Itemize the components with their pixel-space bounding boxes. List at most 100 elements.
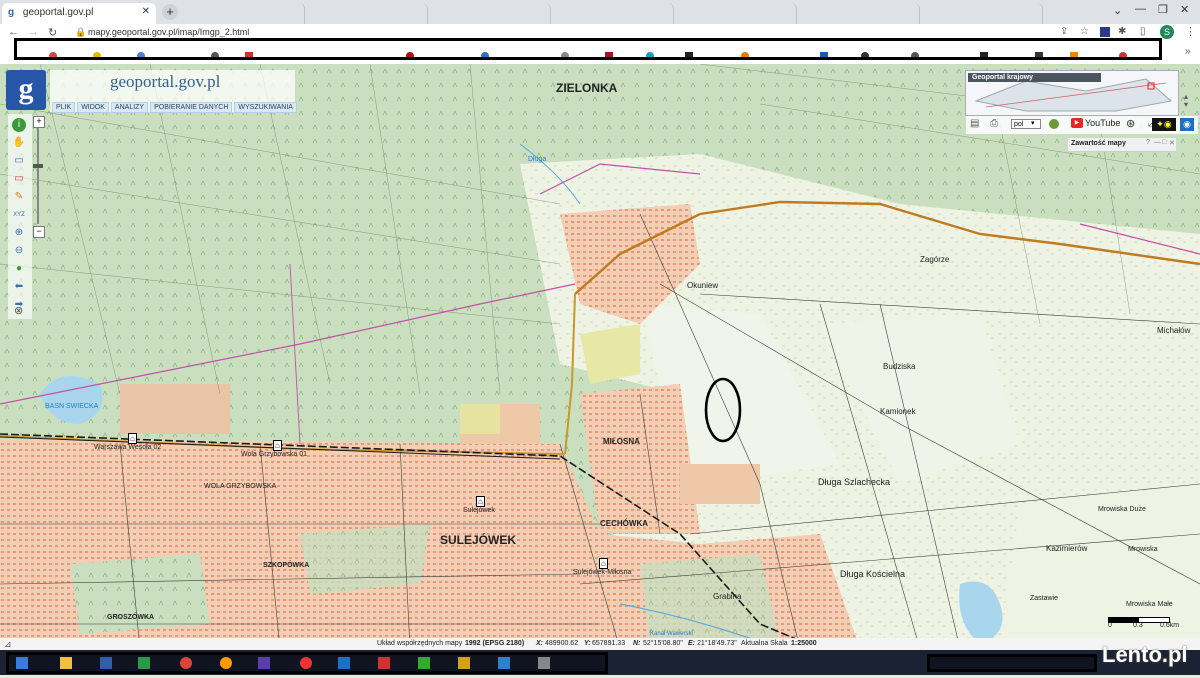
label-mrowiska-duze: Mrowiska Duże <box>1098 506 1146 513</box>
station-icon: ⌂ <box>476 496 485 507</box>
tab-search-icon[interactable]: ⌄ <box>1113 4 1122 17</box>
layers-icon[interactable]: ▤ <box>970 118 979 129</box>
pan-hand-icon[interactable]: ✋ <box>12 136 26 150</box>
draw-pencil-icon[interactable]: ✎ <box>12 190 26 204</box>
menu-plik[interactable]: PLIK <box>52 102 76 113</box>
more-bookmarks-icon[interactable]: » <box>1185 46 1191 57</box>
tab-inactive-3[interactable] <box>431 3 551 24</box>
os-taskbar <box>0 650 1200 675</box>
share-icon[interactable]: ⇪ <box>1060 26 1068 37</box>
menu-pobieranie-danych[interactable]: POBIERANIE DANYCH <box>150 102 233 113</box>
zoom-track <box>37 128 39 224</box>
label-zielonka: ZIELONKA <box>556 81 618 95</box>
geoportal-logo-icon[interactable]: g <box>6 70 46 110</box>
clear-selection-icon[interactable]: ▭ <box>12 172 26 186</box>
overview-map[interactable]: Geoportal krajowy <box>965 70 1179 116</box>
label-wola-grzybowska-01: Wola Grzybowska 01 <box>241 451 308 458</box>
label-milosna: MIŁOSNA <box>603 437 640 446</box>
restore-panel-icon[interactable]: □ <box>1162 139 1166 146</box>
map-toolbar: i ✋ ▭ ▭ ✎ XYZ ⊕ ⊖ ● ⬅ ➡ <box>8 114 32 319</box>
accessibility-icon[interactable]: ⊛ <box>1126 117 1135 130</box>
close-panel-icon[interactable]: ✕ <box>1169 139 1175 147</box>
view-eye-icon[interactable]: ◉ <box>1180 118 1194 131</box>
watermark-text: Lento.pl <box>1102 642 1188 667</box>
scale-tick-1: 0.3 <box>1133 622 1143 629</box>
language-select[interactable]: pol <box>1011 119 1041 129</box>
zoom-slider[interactable]: + − <box>33 116 45 238</box>
zoom-minus-icon[interactable]: − <box>33 226 45 238</box>
redaction-box-taskbar <box>6 652 608 674</box>
tab-inactive-7[interactable] <box>923 3 1043 24</box>
info-icon[interactable]: i <box>12 118 26 132</box>
new-tab-button[interactable]: + <box>162 4 178 20</box>
url-field[interactable]: mapy.geoportal.gov.pl/imap/Imgp_2.html <box>88 27 249 37</box>
close-tab-icon[interactable]: ✕ <box>142 6 150 17</box>
label-sulejowek: SULEJÓWEK <box>440 533 517 547</box>
tab-geoportal[interactable]: g geoportal.gov.pl ✕ <box>2 3 156 24</box>
browser-tab-bar: g geoportal.gov.pl ✕ + ⌄ — ❐ ✕ <box>0 0 1200 24</box>
scale-tick-2: 0.6km <box>1160 622 1180 629</box>
bookmark-star-icon[interactable]: ☆ <box>1080 26 1089 37</box>
contrast-eye-icon[interactable]: ✦◉ <box>1152 118 1176 131</box>
scale-tick-0: 0 <box>1108 622 1112 629</box>
select-icon[interactable]: ▭ <box>12 154 26 168</box>
back-icon[interactable]: ← <box>8 26 19 38</box>
forward-icon[interactable]: → <box>28 26 39 38</box>
puzzle-icon[interactable]: ✱ <box>1118 26 1126 37</box>
topographic-map[interactable]: ZIELONKA Długa Okuniew Zagórze Michałów … <box>0 64 1200 649</box>
top-tools-row: ▤ ⎙ pol ▾ ▶ YouTube ⊛ ⤢ ✦◉ ◉ <box>966 116 1198 134</box>
redaction-box-bookmarks <box>14 38 1162 60</box>
label-kanal-wawerski: Kanał Wawerski <box>650 631 693 637</box>
zoom-plus-icon[interactable]: + <box>33 116 45 128</box>
xyz-icon[interactable]: XYZ <box>12 208 26 222</box>
label-budziska: Budziska <box>883 362 916 371</box>
lock-icon[interactable]: 🔒 <box>75 27 86 38</box>
status-n-label: N: <box>633 640 641 647</box>
watermark: Lento.pl <box>1102 640 1194 672</box>
menu-analizy[interactable]: ANALIZY <box>110 102 149 113</box>
overview-title: Geoportal krajowy <box>968 73 1101 82</box>
maximize-icon[interactable]: ❐ <box>1158 3 1168 16</box>
previous-view-icon[interactable]: ⬅ <box>12 280 26 294</box>
minimize-panel-icon[interactable]: — <box>1154 139 1161 146</box>
status-bar: ⊿ Układ współrzędnych mapy 1992 (EPSG 21… <box>0 638 1200 650</box>
extension-icon[interactable] <box>1100 27 1110 37</box>
menu-kebab-icon[interactable]: ⋮ <box>1185 25 1196 38</box>
label-dluga-koscielna: Długa Kościelna <box>840 569 906 579</box>
sidebar-icon[interactable]: ▯ <box>1140 26 1146 37</box>
menu-wyszukiwania[interactable]: WYSZUKIWANIA <box>234 102 297 113</box>
youtube-play-icon[interactable]: ▶ <box>1071 118 1083 128</box>
tab-title: geoportal.gov.pl <box>22 7 94 18</box>
print-icon[interactable]: ⎙ <box>990 118 998 129</box>
menu-widok[interactable]: WIDOK <box>77 102 109 113</box>
status-crs-label: Układ współrzędnych mapy <box>377 640 463 647</box>
label-cechowka: CECHÓWKA <box>600 519 648 528</box>
profile-avatar[interactable]: S <box>1160 25 1174 39</box>
youtube-label[interactable]: YouTube <box>1085 118 1120 128</box>
scroll-down-icon[interactable]: ▾ <box>1184 100 1188 109</box>
label-zastawie: Zastawie <box>1030 595 1059 602</box>
label-mrowiska: Mrowiska <box>1128 546 1158 553</box>
status-y-label: Y: <box>584 640 591 647</box>
globe-icon[interactable]: ● <box>12 262 26 276</box>
label-sulejowek-milosna: Sulejówek-Miłosna <box>573 569 632 576</box>
zoom-in-icon[interactable]: ⊕ <box>12 226 26 240</box>
label-kazimierow: Kazimierów <box>1046 544 1088 553</box>
tab-inactive-1[interactable] <box>185 3 305 24</box>
green-circle-icon[interactable] <box>1049 119 1059 129</box>
tab-inactive-4[interactable] <box>554 3 674 24</box>
label-szkopowka: SZKOPÓWKA <box>263 562 310 569</box>
label-warszawa-wesola: Warszawa Wesoła 02 <box>94 444 162 451</box>
label-okuniew: Okuniew <box>687 281 719 290</box>
minimize-icon[interactable]: — <box>1135 3 1146 15</box>
zoom-handle[interactable] <box>33 164 43 168</box>
system-tray[interactable] <box>927 654 1097 672</box>
help-icon[interactable]: ? <box>1146 139 1150 146</box>
tab-inactive-5[interactable] <box>677 3 797 24</box>
label-groszowka: GROSZÓWKA <box>107 614 155 621</box>
close-window-icon[interactable]: ✕ <box>1180 3 1189 16</box>
tab-inactive-2[interactable] <box>308 3 428 24</box>
tab-inactive-6[interactable] <box>800 3 920 24</box>
settings-icon[interactable]: ⊗ <box>14 304 23 317</box>
zoom-out-icon[interactable]: ⊖ <box>12 244 26 258</box>
